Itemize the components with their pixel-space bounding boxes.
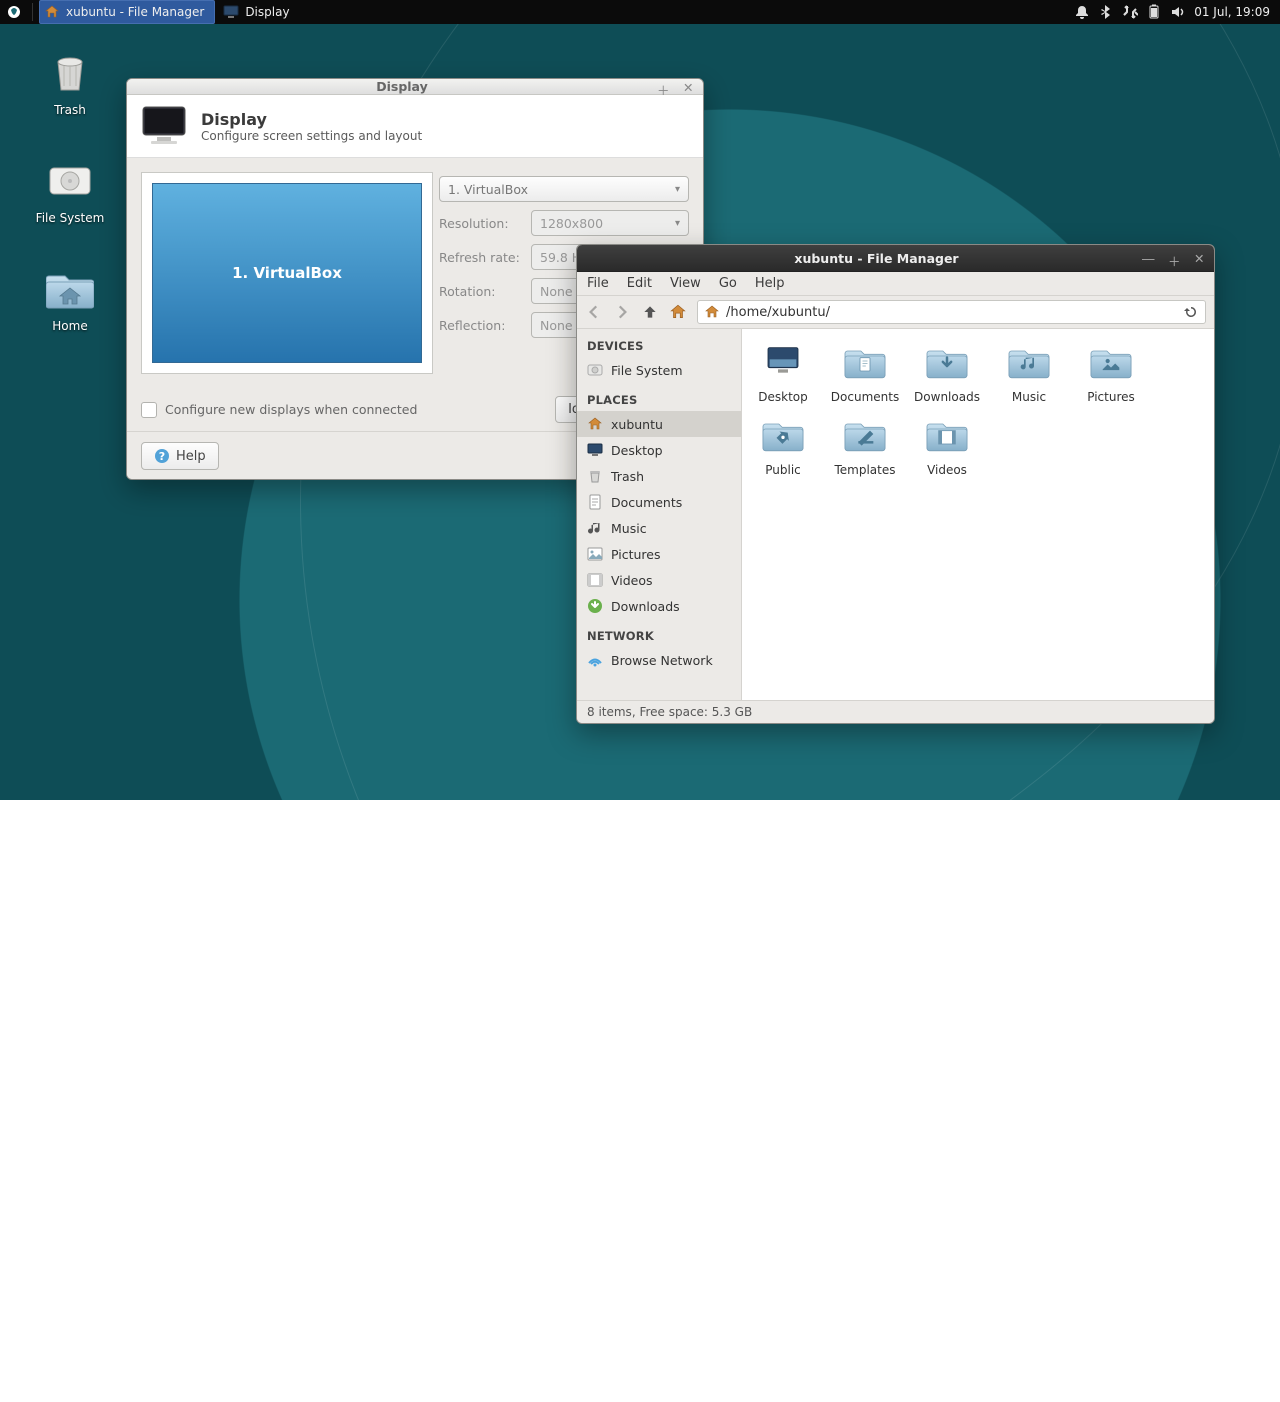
file-item-pictures[interactable]: Pictures <box>1076 341 1146 404</box>
drive-icon <box>587 362 603 378</box>
sidebar-item-network[interactable]: Browse Network <box>577 647 741 673</box>
icon-view[interactable]: DesktopDocumentsDownloadsMusicPictures Pu… <box>742 329 1214 700</box>
trash-icon <box>587 468 603 484</box>
sidebar-head-network: NETWORK <box>577 619 741 647</box>
sidebar-item-music[interactable]: Music <box>577 515 741 541</box>
nav-home-icon[interactable] <box>669 303 687 321</box>
display-preview[interactable]: 1. VirtualBox <box>141 172 433 374</box>
menu-help[interactable]: Help <box>755 276 785 291</box>
music-icon <box>587 520 603 536</box>
download-icon <box>587 598 603 614</box>
window-close-icon[interactable]: ✕ <box>683 80 697 94</box>
toolbar: /home/xubuntu/ <box>577 296 1214 329</box>
window-close-icon[interactable]: ✕ <box>1194 251 1208 265</box>
window-add-icon[interactable]: ＋ <box>657 80 671 94</box>
battery-icon[interactable] <box>1146 4 1162 20</box>
resolution-label: Resolution: <box>439 216 523 231</box>
monitor-icon <box>141 105 187 147</box>
volume-icon[interactable] <box>1170 4 1186 20</box>
file-item-public[interactable]: Public <box>748 414 818 477</box>
svg-text:?: ? <box>159 450 165 463</box>
menu-edit[interactable]: Edit <box>627 276 652 291</box>
header: Display Configure screen settings and la… <box>127 95 703 158</box>
sidebar-item-desktop[interactable]: Desktop <box>577 437 741 463</box>
sidebar-item-videos[interactable]: Videos <box>577 567 741 593</box>
file-item-downloads[interactable]: Downloads <box>912 341 982 404</box>
bluetooth-icon[interactable] <box>1098 4 1114 20</box>
titlebar[interactable]: Display ＋ ✕ <box>127 79 703 95</box>
window-file-manager: xubuntu - File Manager ― ＋ ✕ File Edit V… <box>576 244 1215 724</box>
menubar: File Edit View Go Help <box>577 272 1214 296</box>
whisker-menu[interactable] <box>0 0 28 24</box>
header-subtitle: Configure screen settings and layout <box>201 129 422 143</box>
file-item-documents[interactable]: Documents <box>830 341 900 404</box>
window-maximize-icon[interactable]: ＋ <box>1168 251 1182 265</box>
network-icon <box>587 652 603 668</box>
path-text: /home/xubuntu/ <box>726 305 830 320</box>
sidebar-item-pictures[interactable]: Pictures <box>577 541 741 567</box>
desktop-icon-filesystem[interactable]: File System <box>22 156 118 225</box>
nav-back-icon[interactable] <box>585 303 603 321</box>
file-item-templates[interactable]: Templates <box>830 414 900 477</box>
location-bar[interactable]: /home/xubuntu/ <box>697 300 1206 324</box>
file-item-desktop[interactable]: Desktop <box>748 341 818 404</box>
top-panel: xubuntu - File Manager Display 01 Jul, 1… <box>0 0 1280 24</box>
refresh-label: Refresh rate: <box>439 250 523 265</box>
network-icon[interactable] <box>1122 4 1138 20</box>
sidebar-item-trash[interactable]: Trash <box>577 463 741 489</box>
home-icon <box>704 304 720 320</box>
desktop-icon-trash[interactable]: Trash <box>22 48 118 117</box>
sidebar-item-home[interactable]: xubuntu <box>577 411 741 437</box>
rotation-label: Rotation: <box>439 284 523 299</box>
header-title: Display <box>201 110 422 129</box>
nav-forward-icon[interactable] <box>613 303 631 321</box>
sidebar: DEVICES File System PLACES xubuntu Deskt… <box>577 329 742 700</box>
task-label: Display <box>245 5 289 19</box>
window-minimize-icon[interactable]: ― <box>1142 251 1156 265</box>
sidebar-head-places: PLACES <box>577 383 741 411</box>
home-icon <box>587 416 603 432</box>
menu-file[interactable]: File <box>587 276 609 291</box>
help-button[interactable]: ? Help <box>141 442 219 470</box>
file-item-music[interactable]: Music <box>994 341 1064 404</box>
picture-icon <box>587 546 603 562</box>
titlebar[interactable]: xubuntu - File Manager ― ＋ ✕ <box>577 245 1214 272</box>
menu-view[interactable]: View <box>670 276 701 291</box>
clock[interactable]: 01 Jul, 19:09 <box>1190 5 1280 19</box>
statusbar: 8 items, Free space: 5.3 GB <box>577 700 1214 723</box>
reflection-label: Reflection: <box>439 318 523 333</box>
desktop-icon-home[interactable]: Home <box>22 264 118 333</box>
desktop-icon <box>587 442 603 458</box>
help-icon: ? <box>154 448 170 464</box>
reload-icon[interactable] <box>1183 304 1199 320</box>
task-file-manager[interactable]: xubuntu - File Manager <box>39 0 215 24</box>
notifications-icon[interactable] <box>1074 4 1090 20</box>
sidebar-item-filesystem[interactable]: File System <box>577 357 741 383</box>
document-icon <box>587 494 603 510</box>
task-label: xubuntu - File Manager <box>66 5 204 19</box>
nav-up-icon[interactable] <box>641 303 659 321</box>
sidebar-head-devices: DEVICES <box>577 329 741 357</box>
configure-new-displays-checkbox[interactable]: Configure new displays when connected <box>141 402 417 418</box>
resolution-select[interactable]: 1280x800▾ <box>531 210 689 236</box>
video-icon <box>587 572 603 588</box>
task-display[interactable]: Display <box>219 1 299 23</box>
monitor-select[interactable]: 1. VirtualBox▾ <box>439 176 689 202</box>
file-item-videos[interactable]: Videos <box>912 414 982 477</box>
sidebar-item-documents[interactable]: Documents <box>577 489 741 515</box>
sidebar-item-downloads[interactable]: Downloads <box>577 593 741 619</box>
menu-go[interactable]: Go <box>719 276 737 291</box>
